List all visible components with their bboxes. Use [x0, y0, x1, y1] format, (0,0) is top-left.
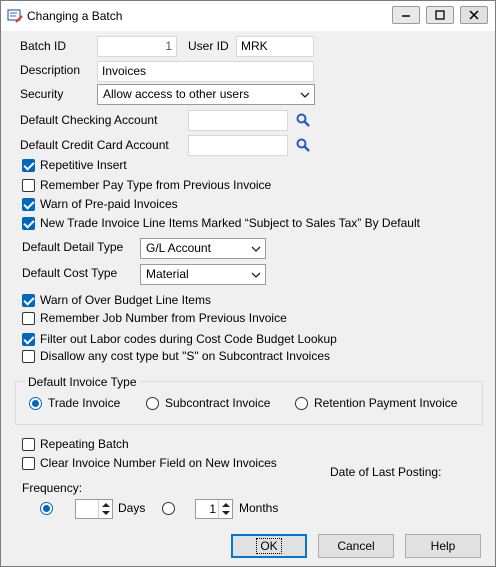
ok-button[interactable]: OK [231, 534, 307, 558]
search-icon[interactable] [295, 137, 311, 153]
months-value: 1 [209, 502, 216, 516]
last-posting-label: Date of Last Posting: [330, 465, 442, 479]
warn-prepaid-checkbox[interactable]: Warn of Pre-paid Invoices [22, 197, 178, 211]
credit-card-account-label: Default Credit Card Account [20, 138, 169, 152]
checkbox-box [22, 332, 35, 346]
days-spinner[interactable] [75, 499, 113, 519]
security-value: Allow access to other users [103, 87, 250, 101]
checkbox-box [22, 158, 35, 172]
retention-payment-invoice-radio[interactable]: Retention Payment Invoice [295, 396, 457, 410]
frequency-days-radio[interactable] [40, 502, 59, 515]
sales-tax-default-checkbox[interactable]: New Trade Invoice Line Items Marked “Sub… [22, 216, 420, 230]
months-spinner[interactable]: 1 [195, 499, 233, 519]
detail-type-label: Default Detail Type [22, 240, 124, 254]
chevron-down-icon [296, 85, 314, 104]
warn-over-budget-checkbox[interactable]: Warn of Over Budget Line Items [22, 293, 211, 307]
detail-type-value: G/L Account [146, 241, 211, 255]
maximize-button[interactable] [426, 6, 454, 24]
ok-button-label: OK [256, 538, 282, 554]
checkbox-label: Repeating Batch [40, 437, 129, 451]
description-field[interactable]: Invoices [97, 61, 314, 82]
checking-account-label: Default Checking Account [20, 113, 158, 127]
checkbox-label: Filter out Labor codes during Cost Code … [40, 332, 337, 346]
radio-button [295, 396, 308, 410]
minimize-button[interactable] [392, 6, 420, 24]
subcontract-invoice-radio[interactable]: Subcontract Invoice [146, 396, 270, 410]
months-label: Months [239, 501, 279, 515]
checkbox-box [22, 197, 35, 211]
cost-type-value: Material [146, 267, 189, 281]
days-label: Days [118, 501, 146, 515]
search-icon[interactable] [295, 112, 311, 128]
clear-invoice-number-checkbox[interactable]: Clear Invoice Number Field on New Invoic… [22, 456, 277, 470]
repeating-batch-checkbox[interactable]: Repeating Batch [22, 437, 129, 451]
user-id-field[interactable]: MRK [236, 36, 314, 57]
radio-label: Subcontract Invoice [165, 396, 271, 410]
checkbox-box [22, 437, 35, 451]
trade-invoice-radio[interactable]: Trade Invoice [29, 396, 120, 410]
close-icon [469, 10, 479, 20]
frequency-label: Frequency: [22, 481, 83, 495]
filter-labor-codes-checkbox[interactable]: Filter out Labor codes during Cost Code … [22, 332, 337, 346]
spinner-arrows-icon[interactable] [98, 500, 112, 518]
remember-pay-type-checkbox[interactable]: Remember Pay Type from Previous Invoice [22, 178, 271, 192]
checking-account-field[interactable] [188, 110, 288, 131]
checkbox-label: New Trade Invoice Line Items Marked “Sub… [40, 216, 420, 230]
radio-button [162, 502, 175, 515]
app-icon [7, 9, 23, 23]
batch-id-label: Batch ID [20, 39, 67, 53]
credit-card-account-field[interactable] [188, 135, 288, 156]
checkbox-box [22, 349, 35, 363]
checkbox-label: Repetitive Insert [40, 158, 127, 172]
checkbox-box [22, 456, 35, 470]
radio-button [146, 396, 159, 410]
changing-batch-dialog: Changing a Batch Batch ID 1 User ID MRK … [0, 0, 496, 567]
remember-job-number-checkbox[interactable]: Remember Job Number from Previous Invoic… [22, 311, 287, 325]
user-id-label: User ID [188, 39, 229, 53]
security-label: Security [20, 87, 64, 101]
cancel-button[interactable]: Cancel [318, 534, 394, 558]
invoice-type-group-title: Default Invoice Type [25, 375, 140, 389]
title-bar: Changing a Batch [1, 1, 495, 31]
checkbox-label: Remember Pay Type from Previous Invoice [40, 178, 272, 192]
radio-label: Retention Payment Invoice [314, 396, 458, 410]
frequency-months-radio[interactable] [162, 502, 181, 515]
cancel-button-label: Cancel [337, 539, 375, 553]
checkbox-box [22, 178, 35, 192]
checkbox-box [22, 216, 35, 230]
cost-type-select[interactable]: Material [140, 264, 266, 285]
description-label: Description [20, 63, 81, 77]
radio-button [40, 502, 53, 515]
radio-label: Trade Invoice [48, 396, 121, 410]
repetitive-insert-checkbox[interactable]: Repetitive Insert [22, 158, 127, 172]
maximize-icon [435, 10, 445, 20]
security-select[interactable]: Allow access to other users [97, 84, 315, 105]
radio-button [29, 396, 42, 410]
checkbox-label: Warn of Pre-paid Invoices [40, 197, 178, 211]
minimize-icon [402, 15, 410, 17]
spinner-arrows-icon[interactable] [218, 500, 232, 518]
checkbox-label: Warn of Over Budget Line Items [40, 293, 211, 307]
chevron-down-icon [247, 239, 265, 258]
batch-id-field[interactable]: 1 [97, 36, 177, 57]
help-button[interactable]: Help [405, 534, 481, 558]
checkbox-label: Disallow any cost type but "S" on Subcon… [40, 349, 330, 363]
help-button-label: Help [430, 539, 456, 553]
disallow-cost-type-checkbox[interactable]: Disallow any cost type but "S" on Subcon… [22, 349, 330, 363]
checkbox-label: Remember Job Number from Previous Invoic… [40, 311, 287, 325]
checkbox-label: Clear Invoice Number Field on New Invoic… [40, 456, 277, 470]
detail-type-select[interactable]: G/L Account [140, 238, 266, 259]
close-button[interactable] [460, 6, 488, 24]
window-title: Changing a Batch [27, 9, 123, 23]
chevron-down-icon [247, 265, 265, 284]
checkbox-box [22, 311, 35, 325]
checkbox-box [22, 293, 35, 307]
cost-type-label: Default Cost Type [22, 266, 118, 280]
